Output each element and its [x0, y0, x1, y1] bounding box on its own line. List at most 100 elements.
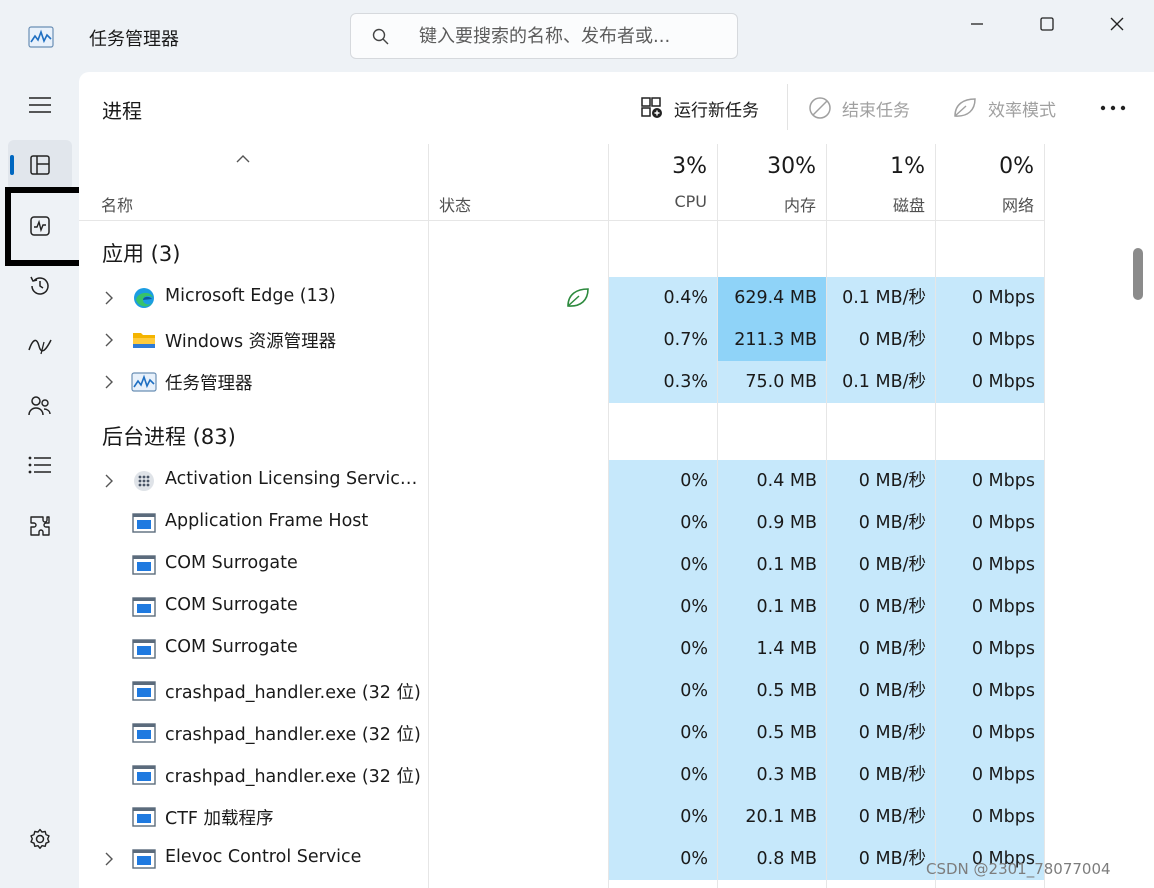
- active-indicator: [10, 155, 14, 175]
- nav-app-history[interactable]: [8, 261, 72, 311]
- process-row[interactable]: 任务管理器 0.3% 75.0 MB 0.1 MB/秒 0 Mbps: [79, 361, 1045, 403]
- main-panel: 进程 运行新任务 结束任务 效率模式 名称 状态 3% CPU 30% 内存 1…: [79, 72, 1154, 888]
- search-input[interactable]: [419, 22, 729, 50]
- hamburger-icon: [29, 97, 51, 113]
- end-task-button[interactable]: 结束任务: [808, 92, 910, 124]
- service-icon: [131, 469, 157, 493]
- end-task-icon: [809, 97, 831, 119]
- processes-icon: [30, 155, 50, 175]
- process-row[interactable]: crashpad_handler.exe (32 位) 0% 0.5 MB 0 MB/…: [79, 670, 1045, 712]
- cpu-cell: 0%: [609, 460, 717, 502]
- edge-icon: [131, 286, 157, 310]
- disk-cell: 0 MB/秒: [827, 319, 935, 361]
- memory-cell: 211.3 MB: [718, 319, 826, 361]
- window-icon: [131, 553, 157, 577]
- cpu-cell: 0.7%: [609, 319, 717, 361]
- selection-highlight-box: [5, 187, 89, 266]
- cpu-cell: 0%: [609, 502, 717, 544]
- process-row[interactable]: Activation Licensing Service... 0% 0.4 MB 0…: [79, 460, 1045, 502]
- command-separator: [787, 84, 788, 130]
- disk-cell: 0 MB/秒: [827, 586, 935, 628]
- memory-cell: 75.0 MB: [718, 361, 826, 403]
- network-cell: 0 Mbps: [936, 361, 1044, 403]
- process-row[interactable]: COM Surrogate 0% 1.4 MB 0 MB/秒 0 Mbps: [79, 628, 1045, 670]
- column-header-network[interactable]: 网络: [936, 192, 1034, 216]
- cpu-cell: 0%: [609, 628, 717, 670]
- maximize-icon: [1040, 17, 1054, 31]
- network-cell: 0 Mbps: [936, 670, 1044, 712]
- window-icon: [131, 511, 157, 535]
- column-header-network-pct[interactable]: 0%: [936, 154, 1034, 179]
- column-header-disk[interactable]: 磁盘: [827, 192, 925, 216]
- process-row[interactable]: crashpad_handler.exe (32 位) 0% 0.3 MB 0 MB/…: [79, 754, 1045, 796]
- network-cell: 0 Mbps: [936, 712, 1044, 754]
- disk-cell: 0 MB/秒: [827, 754, 935, 796]
- run-new-task-button[interactable]: 运行新任务: [640, 92, 759, 124]
- app-title: 任务管理器: [89, 29, 179, 50]
- cpu-cell: 0%: [609, 838, 717, 880]
- minimize-button[interactable]: [942, 0, 1012, 48]
- search-box[interactable]: [350, 13, 738, 59]
- column-header-memory-pct[interactable]: 30%: [718, 154, 816, 179]
- process-row[interactable]: Windows 资源管理器 0.7% 211.3 MB 0 MB/秒 0 Mbps: [79, 319, 1045, 361]
- chevron-right-icon[interactable]: [101, 374, 117, 390]
- memory-cell: 0.9 MB: [718, 502, 826, 544]
- memory-cell: 0.5 MB: [718, 670, 826, 712]
- process-name: Activation Licensing Service...: [165, 469, 427, 489]
- memory-cell: 0.1 MB: [718, 586, 826, 628]
- chevron-right-icon[interactable]: [101, 332, 117, 348]
- header-divider: [79, 220, 1045, 221]
- process-row[interactable]: Elevoc Control Service 0% 0.8 MB 0 MB/秒 0 Mb…: [79, 838, 1045, 880]
- window-icon: [131, 595, 157, 619]
- process-row[interactable]: CTF 加载程序 0% 20.1 MB 0 MB/秒 0 Mbps: [79, 796, 1045, 838]
- disk-cell: 0 MB/秒: [827, 796, 935, 838]
- cpu-cell: 0.3%: [609, 361, 717, 403]
- nav-users[interactable]: [8, 381, 72, 431]
- column-header-status[interactable]: 状态: [439, 192, 471, 216]
- chevron-right-icon[interactable]: [101, 290, 117, 306]
- task-manager-icon: [131, 370, 157, 394]
- window-icon: [131, 679, 157, 703]
- chevron-right-icon[interactable]: [101, 473, 117, 489]
- more-icon: [1100, 105, 1126, 111]
- column-header-cpu[interactable]: CPU: [609, 192, 707, 211]
- nav-settings[interactable]: [8, 814, 72, 864]
- cpu-cell: 0%: [609, 712, 717, 754]
- network-cell: 0 Mbps: [936, 544, 1044, 586]
- process-row[interactable]: COM Surrogate 0% 0.1 MB 0 MB/秒 0 Mbps: [79, 586, 1045, 628]
- folder-icon: [131, 328, 157, 352]
- maximize-button[interactable]: [1012, 0, 1082, 48]
- process-row[interactable]: COM Surrogate 0% 0.1 MB 0 MB/秒 0 Mbps: [79, 544, 1045, 586]
- nav-startup-apps[interactable]: [8, 320, 72, 370]
- efficiency-mode-button[interactable]: 效率模式: [952, 92, 1056, 124]
- column-header-cpu-pct[interactable]: 3%: [609, 154, 707, 179]
- vertical-scrollbar-thumb[interactable]: [1133, 248, 1143, 300]
- search-icon: [372, 28, 389, 45]
- process-name: COM Surrogate: [165, 553, 298, 573]
- cpu-cell: 0%: [609, 544, 717, 586]
- process-row[interactable]: Microsoft Edge (13) 0.4% 629.4 MB 0.1 MB/秒 0…: [79, 277, 1045, 319]
- close-button[interactable]: [1082, 0, 1152, 48]
- process-name: COM Surrogate: [165, 595, 298, 615]
- cpu-cell: 0%: [609, 754, 717, 796]
- cpu-cell: 0.4%: [609, 277, 717, 319]
- memory-cell: 0.3 MB: [718, 754, 826, 796]
- sort-ascending-icon: [236, 155, 250, 163]
- process-name: Microsoft Edge (13): [165, 286, 336, 306]
- nav-processes[interactable]: [8, 140, 72, 190]
- more-options-button[interactable]: [1099, 92, 1127, 124]
- column-header-name[interactable]: 名称: [101, 192, 133, 216]
- nav-services[interactable]: [8, 501, 72, 551]
- network-cell: 0 Mbps: [936, 502, 1044, 544]
- memory-cell: 0.1 MB: [718, 544, 826, 586]
- process-name: Windows 资源管理器: [165, 332, 337, 352]
- disk-cell: 0 MB/秒: [827, 712, 935, 754]
- network-cell: 0 Mbps: [936, 319, 1044, 361]
- process-row[interactable]: crashpad_handler.exe (32 位) 0% 0.5 MB 0 MB/…: [79, 712, 1045, 754]
- column-header-memory[interactable]: 内存: [718, 192, 816, 216]
- column-header-disk-pct[interactable]: 1%: [827, 154, 925, 179]
- chevron-right-icon[interactable]: [101, 851, 117, 867]
- hamburger-menu-button[interactable]: [8, 80, 72, 130]
- process-row[interactable]: Application Frame Host 0% 0.9 MB 0 MB/秒 0 Mb…: [79, 502, 1045, 544]
- nav-details[interactable]: [8, 440, 72, 490]
